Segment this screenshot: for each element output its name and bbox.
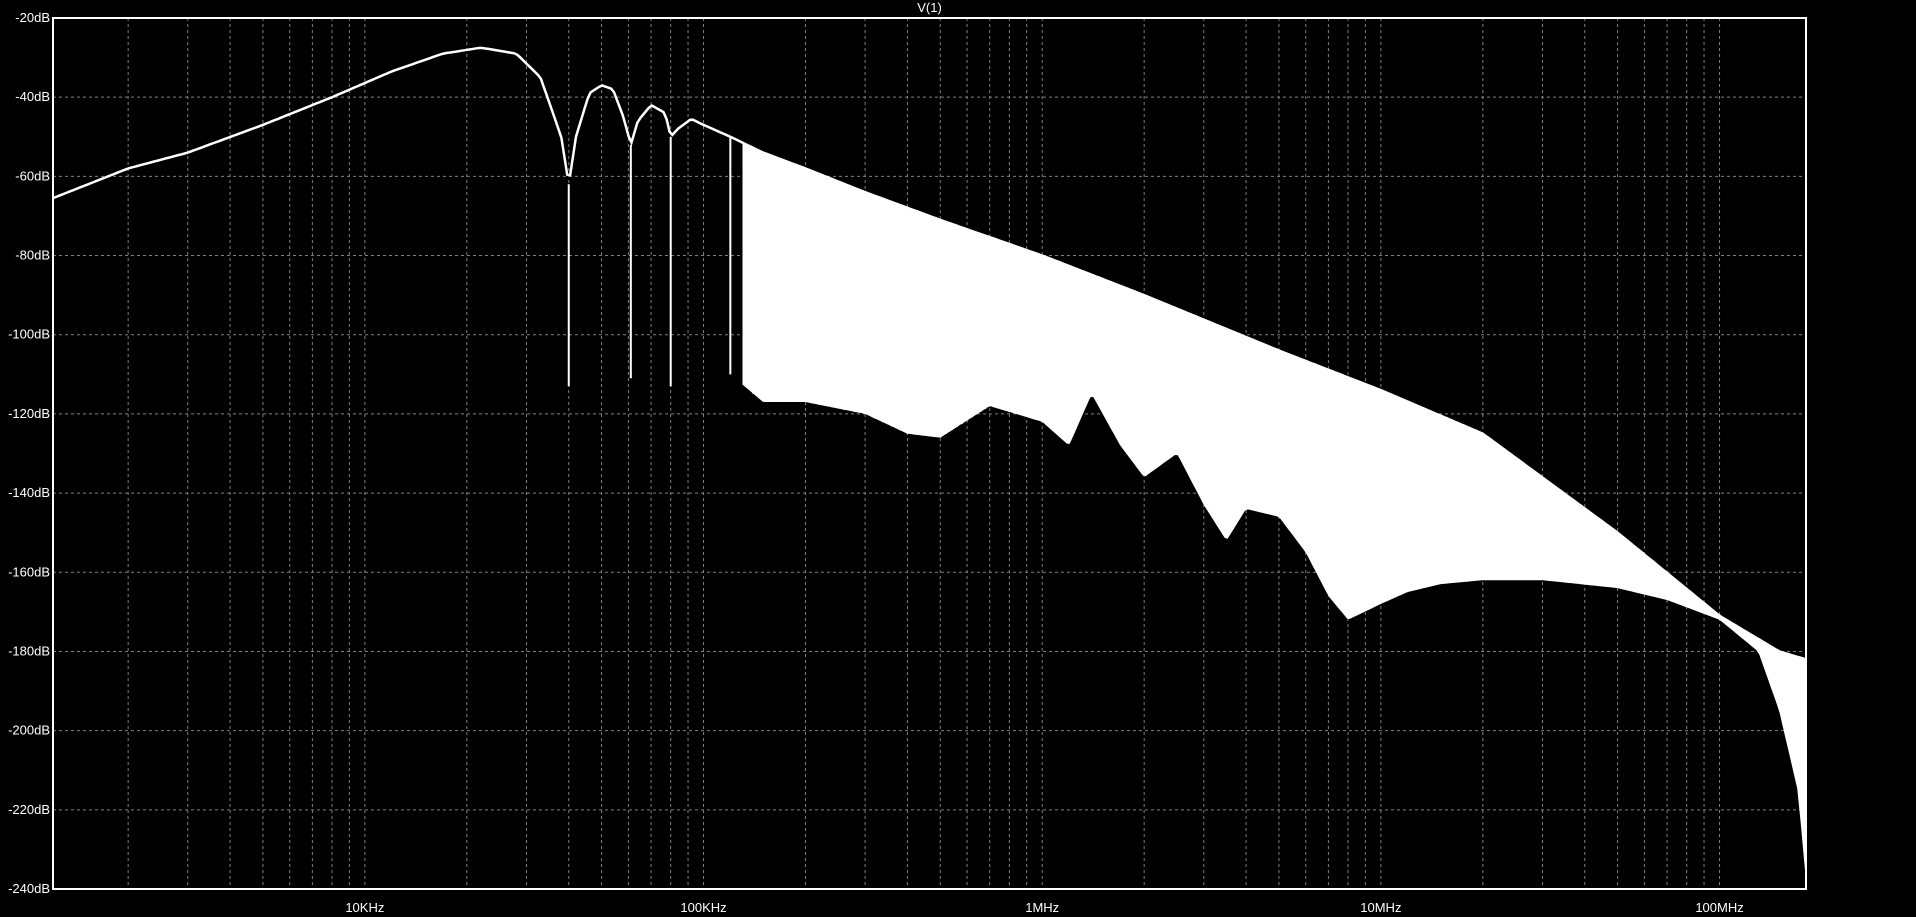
y-tick-label: -200dB bbox=[8, 723, 50, 738]
x-tick-label: 10MHz bbox=[1360, 900, 1401, 915]
x-tick-label: 1MHz bbox=[1025, 900, 1059, 915]
y-tick-label: -180dB bbox=[8, 643, 50, 658]
y-tick-label: -220dB bbox=[8, 802, 50, 817]
y-tick-label: -80dB bbox=[15, 248, 50, 263]
plot-background bbox=[0, 0, 1916, 917]
chart-title: V(1) bbox=[917, 0, 942, 15]
y-tick-label: -100dB bbox=[8, 327, 50, 342]
y-tick-label: -160dB bbox=[8, 564, 50, 579]
y-tick-label: -120dB bbox=[8, 406, 50, 421]
y-tick-label: -20dB bbox=[15, 10, 50, 25]
x-tick-label: 100KHz bbox=[680, 900, 726, 915]
x-tick-label: 100MHz bbox=[1695, 900, 1743, 915]
x-tick-label: 10KHz bbox=[345, 900, 384, 915]
y-tick-label: -240dB bbox=[8, 881, 50, 896]
y-tick-label: -140dB bbox=[8, 485, 50, 500]
y-tick-label: -40dB bbox=[15, 89, 50, 104]
y-tick-label: -60dB bbox=[15, 168, 50, 183]
bode-plot: -20dB -40dB -60dB -80dB -100dB -120dB -140dB -1… bbox=[0, 0, 1916, 917]
